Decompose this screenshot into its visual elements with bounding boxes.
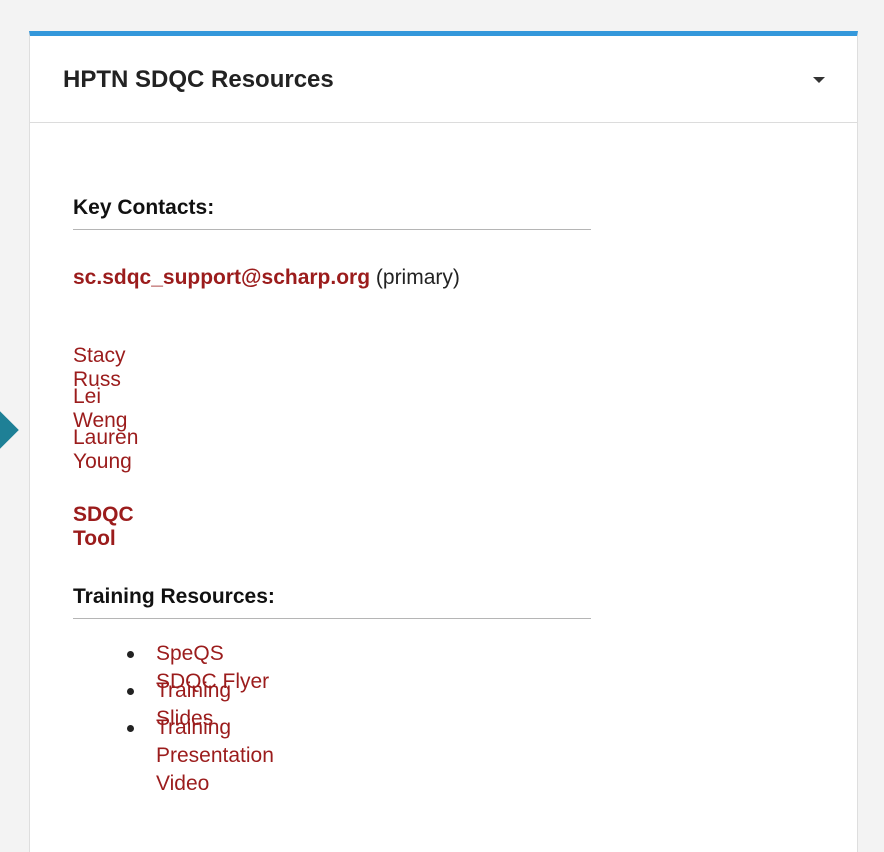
training-link-video[interactable]: Training Presentation Video bbox=[156, 716, 274, 795]
list-item: SpeQS SDQC Flyer bbox=[73, 640, 274, 693]
side-arrow-icon bbox=[0, 410, 19, 450]
list-item: Training Presentation Video bbox=[73, 714, 274, 795]
primary-note: (primary) bbox=[375, 266, 460, 289]
panel-title: HPTN SDQC Resources bbox=[63, 66, 334, 93]
panel-header: HPTN SDQC Resources bbox=[30, 36, 857, 123]
collapse-toggle-button[interactable] bbox=[809, 70, 829, 90]
resources-panel: HPTN SDQC Resources Key Contacts: sc.sdq… bbox=[29, 31, 858, 852]
training-resources-heading: Training Resources: bbox=[73, 585, 591, 619]
primary-contact-line: sc.sdqc_support@scharp.org (primary) bbox=[73, 266, 460, 290]
bullet-icon bbox=[127, 688, 134, 695]
contact-link-lauren-young[interactable]: Lauren Young bbox=[73, 426, 138, 474]
sdqc-tool-link[interactable]: SDQC Tool bbox=[73, 503, 134, 551]
bullet-icon bbox=[127, 725, 134, 732]
training-list: SpeQS SDQC Flyer Training Slides Trainin… bbox=[73, 640, 274, 795]
caret-down-icon bbox=[813, 77, 825, 83]
list-item: Training Slides bbox=[73, 677, 274, 730]
bullet-icon bbox=[127, 651, 134, 658]
primary-email-link[interactable]: sc.sdqc_support@scharp.org bbox=[73, 266, 370, 289]
key-contacts-heading: Key Contacts: bbox=[73, 196, 591, 230]
